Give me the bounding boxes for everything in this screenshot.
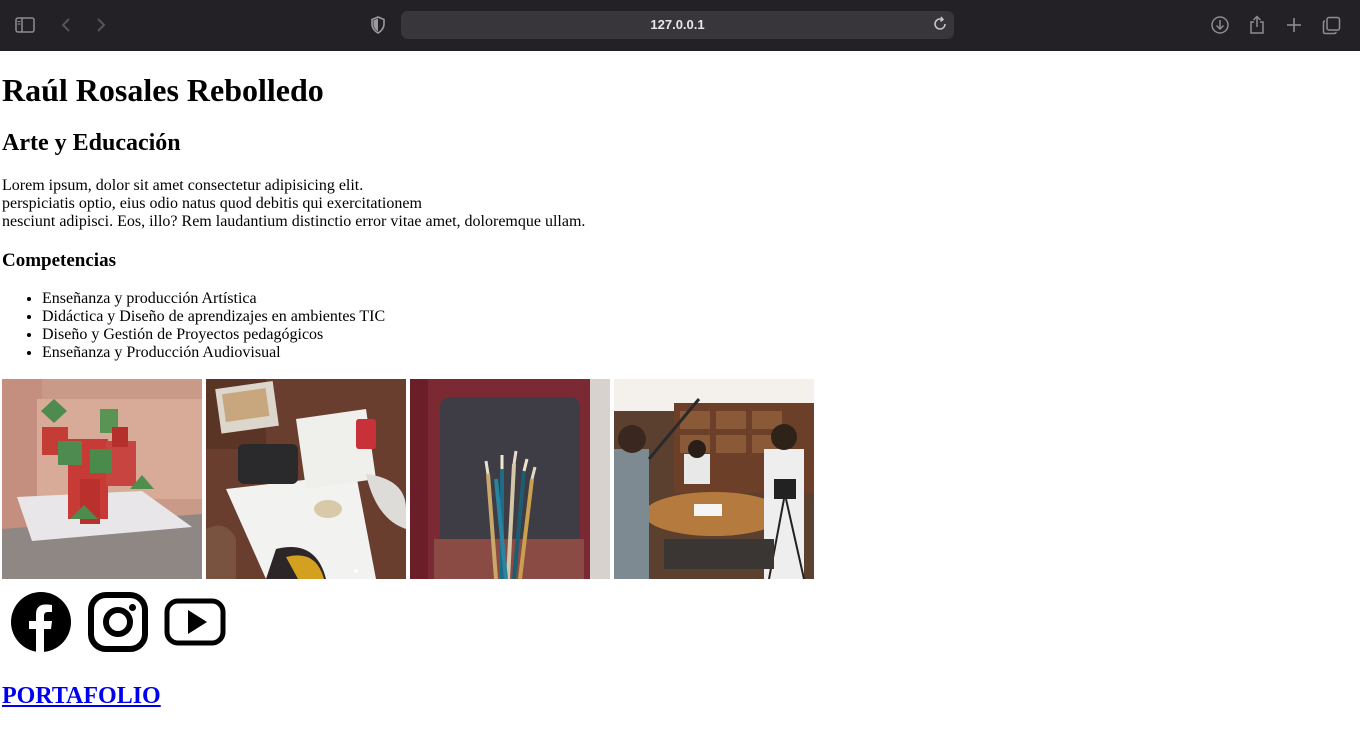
page-content: Raúl Rosales Rebolledo Arte y Educación … [0,51,1360,710]
portfolio-link[interactable]: PORTAFOLIO [2,683,161,710]
page-title: Raúl Rosales Rebolledo [2,72,324,108]
youtube-icon[interactable] [164,591,226,653]
intro-paragraph: Lorem ipsum, dolor sit amet consectetur … [2,177,1358,231]
back-icon[interactable] [53,12,79,38]
list-item: Diseño y Gestión de Proyectos pedagógico… [42,326,1358,344]
paintbrushes-photo [410,379,610,579]
list-item: Enseñanza y producción Artística [42,290,1358,308]
intro-line: perspiciatis optio, eius odio natus quod… [2,195,422,212]
new-tab-icon[interactable] [1281,12,1307,38]
forward-icon[interactable] [88,12,114,38]
list-item: Enseñanza y Producción Audiovisual [42,344,1358,362]
skills-heading: Competencias [2,250,116,271]
intro-line: Lorem ipsum, dolor sit amet consectetur … [2,177,364,194]
shield-icon[interactable] [365,12,391,38]
share-icon[interactable] [1244,12,1270,38]
instagram-icon[interactable] [87,591,149,653]
photo-gallery [2,379,1358,579]
students-drawing-photo [206,379,406,579]
sidebar-icon[interactable] [12,12,38,38]
page-subtitle: Arte y Educación [2,130,181,156]
paper-sculpture-photo [2,379,202,579]
url-text: 127.0.0.1 [650,17,705,32]
tabs-overview-icon[interactable] [1318,12,1344,38]
download-icon[interactable] [1207,12,1233,38]
facebook-icon[interactable] [10,591,72,653]
intro-line: nesciunt adipisci. Eos, illo? Rem laudan… [2,213,586,230]
browser-toolbar: 127.0.0.1 [0,0,1360,51]
reload-icon[interactable] [932,16,948,32]
social-links [2,591,1358,653]
list-item: Didáctica y Diseño de aprendizajes en am… [42,308,1358,326]
film-crew-photo [614,379,814,579]
address-bar[interactable]: 127.0.0.1 [401,11,954,39]
skills-list: Enseñanza y producción Artística Didácti… [2,290,1358,362]
